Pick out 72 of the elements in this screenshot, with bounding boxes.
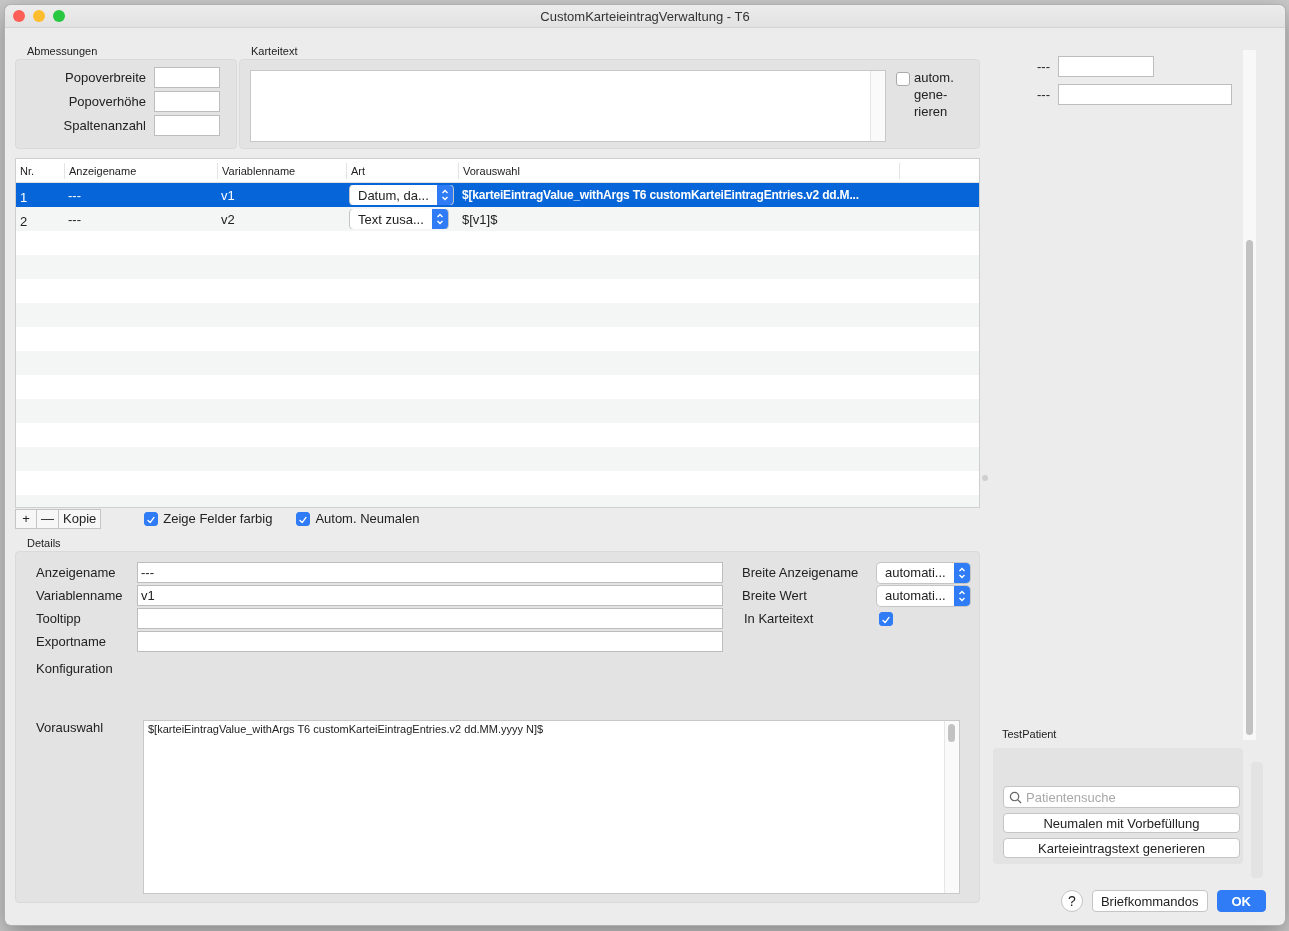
table-cell: v1 <box>221 187 235 203</box>
scrollbar-thumb[interactable] <box>948 724 955 742</box>
toolbar-button[interactable]: + <box>15 508 37 529</box>
close-button[interactable] <box>13 10 25 22</box>
table-row[interactable]: 2 --- v2 Text zusa... $[v1]$ <box>16 207 979 231</box>
column-header[interactable]: Variablenname <box>217 162 346 179</box>
popup-button[interactable]: automati... <box>877 562 970 583</box>
help-button[interactable]: ? <box>1060 890 1083 912</box>
field-label: --- <box>1037 59 1050 74</box>
action-button[interactable]: Karteieintragstext generieren <box>1003 838 1240 858</box>
minimize-button[interactable] <box>33 10 45 22</box>
input-field[interactable] <box>154 91 220 112</box>
field-label: Anzeigename <box>36 565 117 580</box>
group-label: Abmessungen <box>26 45 99 59</box>
checkbox[interactable] <box>879 611 893 626</box>
input-field[interactable] <box>154 115 220 136</box>
input-field[interactable] <box>137 608 723 629</box>
type-popup[interactable]: Datum, da... <box>350 185 453 205</box>
field-label: Breite Anzeigename <box>742 565 860 580</box>
group-label: Details <box>26 537 62 551</box>
table-cell: $[karteiEintragValue_withArgs T6 customKarteiEintragEntries.v2 dd.M... <box>462 188 859 202</box>
search-icon <box>1009 790 1022 804</box>
table-cell: $[v1]$ <box>462 211 498 227</box>
field-label: Popoverhöhe <box>68 94 146 109</box>
action-button[interactable]: Briefkommandos <box>1091 890 1208 912</box>
field-label: Variablenname <box>36 588 124 603</box>
ok-button[interactable]: OK <box>1216 890 1266 912</box>
popup-button[interactable]: automati... <box>877 585 970 606</box>
section-label: Konfiguration <box>36 660 114 678</box>
input-field[interactable] <box>1058 84 1232 105</box>
input-field[interactable]: --- <box>137 562 723 583</box>
table-cell-text: 2 <box>20 212 28 229</box>
group-label: Karteitext <box>250 45 299 59</box>
field-label: Spaltenanzahl <box>63 118 146 133</box>
zoom-button[interactable] <box>53 10 65 22</box>
field-label: Breite Wert <box>742 588 808 603</box>
checkbox-label: Zeige Felder farbig <box>163 511 273 526</box>
text-area[interactable]: $[karteiEintragValue_withArgs T6 customKarteiEintragEntries.v2 dd.MM.yyyy N]$ <box>143 720 960 894</box>
column-header[interactable]: Anzeigename <box>64 162 217 179</box>
input-field[interactable] <box>154 67 220 88</box>
chevrons-icon <box>434 211 445 227</box>
field-label: Popoverbreite <box>65 70 146 85</box>
field-label: --- <box>1037 87 1050 102</box>
column-header[interactable]: Art <box>346 162 458 179</box>
checkbox[interactable] <box>144 511 159 526</box>
checkbox-label: In Karteitext <box>743 611 815 626</box>
table-cell: v2 <box>221 211 235 227</box>
column-header[interactable]: Vorauswahl <box>458 162 899 179</box>
scrollbar[interactable] <box>1242 50 1256 740</box>
table-cell: --- <box>68 211 81 227</box>
checkbox[interactable] <box>896 72 910 86</box>
checkbox[interactable] <box>296 511 311 526</box>
field-label: Vorauswahl <box>36 720 105 737</box>
type-popup[interactable]: Text zusa... <box>350 209 448 229</box>
table-cell: --- <box>68 187 81 203</box>
text-area[interactable] <box>250 70 886 142</box>
field-label: Tooltipp <box>36 611 82 626</box>
group-label: TestPatient <box>1001 728 1058 742</box>
field-label: Exportname <box>36 634 108 649</box>
window-title: CustomKarteieintragVerwaltung - T6 <box>540 8 750 24</box>
input-field[interactable] <box>137 631 723 652</box>
action-button[interactable]: Neumalen mit Vorbefüllung <box>1003 813 1240 833</box>
toolbar-button[interactable]: Kopie <box>58 508 102 529</box>
checkbox-label: Autom. Neumalen <box>315 511 420 526</box>
table-row[interactable]: 1 --- v1 Datum, da... $[karteiEintragValue_withArgs T6 customKarteiEintragEntries.v2 dd.M... <box>16 183 979 207</box>
input-field[interactable] <box>1058 56 1154 77</box>
checkbox-label: autom. gene-rieren <box>914 69 955 120</box>
toolbar-button[interactable]: — <box>36 508 59 529</box>
table-cell-text: 1 <box>20 188 28 205</box>
input-field[interactable]: v1 <box>137 585 723 606</box>
chevrons-icon <box>439 187 450 203</box>
column-header[interactable]: Nr. <box>16 162 64 179</box>
